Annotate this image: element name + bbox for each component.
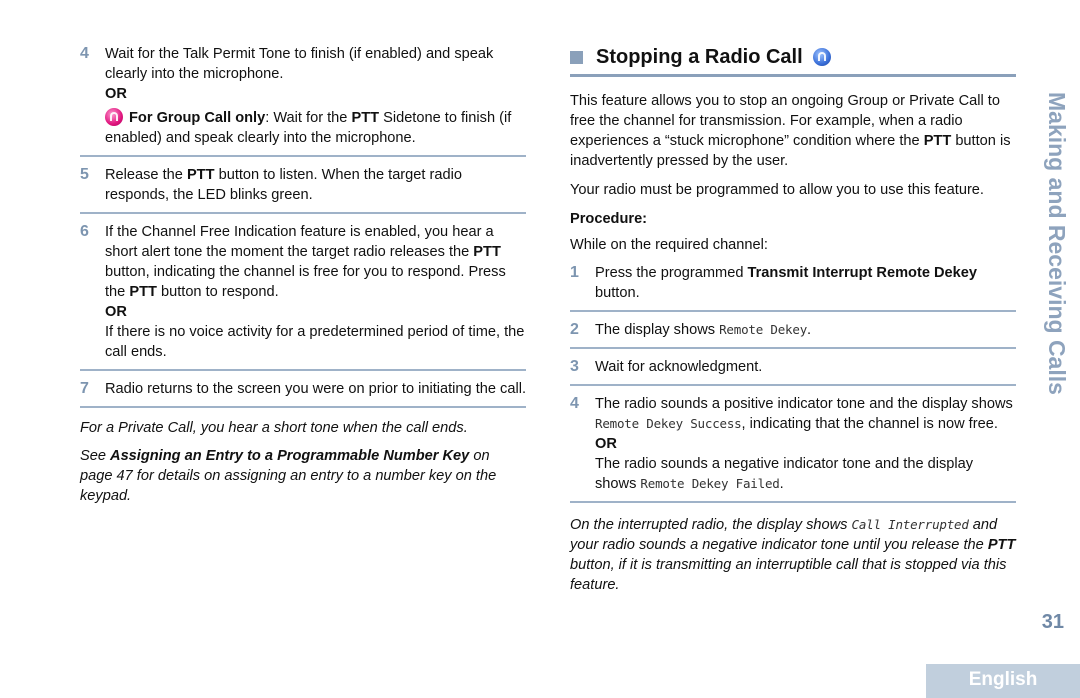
alt-text: If there is no voice activity for a pred… [105,324,525,360]
requirement-paragraph: Your radio must be programmed to allow y… [570,182,984,198]
step-number: 7 [80,380,89,397]
step-number: 4 [80,45,89,62]
step-number: 1 [570,264,579,281]
step-4: 4 Wait for the Talk Permit Tone to finis… [80,44,526,157]
bold-text: PTT [351,110,380,126]
text: The display shows [595,322,720,338]
bold-text: Transmit Interrupt Remote Dekey [747,265,978,281]
language-tab: English [926,664,1080,698]
cross-reference-link[interactable]: Assigning an Entry to a Programmable Num… [110,448,469,464]
bold-text: PTT [987,537,1016,553]
alt-text: The radio sounds a negative indicator to… [595,454,1016,494]
group-call-alternative: For Group Call only: Wait for the PTT Si… [80,108,526,148]
text: button. [595,285,640,301]
procedure-step-4: 4 The radio sounds a positive indicator … [570,394,1016,503]
procedure-step-3: 3 Wait for acknowledgment. [570,357,1016,386]
section-heading: Stopping a Radio Call [570,44,1016,77]
chapter-title: Making and Receiving Calls [1044,92,1070,395]
text: button, if it is transmitting an interru… [570,557,1007,593]
display-text: Remote Dekey [719,322,808,337]
text: Wait for acknowledgment. [595,359,763,375]
text: See [80,448,111,464]
private-call-note: For a Private Call, you hear a short ton… [80,420,468,436]
step-6: 6 If the Channel Free Indication feature… [80,222,526,371]
right-column: Stopping a Radio Call This feature allow… [570,44,1016,603]
digital-mode-icon [812,48,831,66]
see-also-note: See Assigning an Entry to a Programmable… [80,446,526,506]
procedure-step-2: 2 The display shows Remote Dekey. [570,320,1016,349]
step-text: Radio returns to the screen you were on … [105,381,527,397]
interrupted-radio-note: On the interrupted radio, the display sh… [570,515,1016,595]
chapter-side-tab: Making and Receiving Calls [1037,92,1073,422]
procedure-step-1: 1 Press the programmed Transmit Interrup… [570,263,1016,312]
text: , indicating that the channel is now fre… [741,416,998,432]
step-number: 4 [570,395,579,412]
bold-text: For Group Call only [129,110,266,126]
bold-text: PTT [473,244,501,260]
or-label: OR [105,304,127,320]
text: button to respond. [156,284,279,300]
procedure-label: Procedure: [570,211,648,227]
text: Release the [105,167,187,183]
text: Press the programmed [595,265,748,281]
group-call-icon [105,108,123,126]
display-text: Call Interrupted [851,517,969,532]
step-text: Wait for the Talk Permit Tone to finish … [105,46,494,82]
step-5: 5 Release the PTT button to listen. When… [80,165,526,214]
heading-title: Stopping a Radio Call [596,46,803,68]
heading-bullet [570,50,583,64]
or-label: OR [105,86,127,102]
display-text: Remote Dekey Failed [640,476,780,491]
display-text: Remote Dekey Success [595,416,742,431]
or-label: OR [595,436,617,452]
left-column: 4 Wait for the Talk Permit Tone to finis… [80,44,526,514]
page-number: 31 [1041,611,1064,633]
text: On the interrupted radio, the display sh… [570,517,852,533]
step-number: 5 [80,166,89,183]
text: . [779,476,784,492]
text: : Wait for the [265,110,352,126]
bold-text: PTT [186,167,215,183]
text: The radio sounds a positive indicator to… [595,396,1013,412]
procedure-intro: While on the required channel: [570,237,768,253]
intro-paragraph: This feature allows you to stop an ongoi… [570,91,1016,171]
bold-text: PTT [129,284,157,300]
step-number: 6 [80,223,89,240]
step-7: 7 Radio returns to the screen you were o… [80,379,526,408]
text: . [807,322,812,338]
bold-text: PTT [923,133,952,149]
step-number: 2 [570,321,579,338]
step-number: 3 [570,358,579,375]
text: If the Channel Free Indication feature i… [105,224,494,260]
